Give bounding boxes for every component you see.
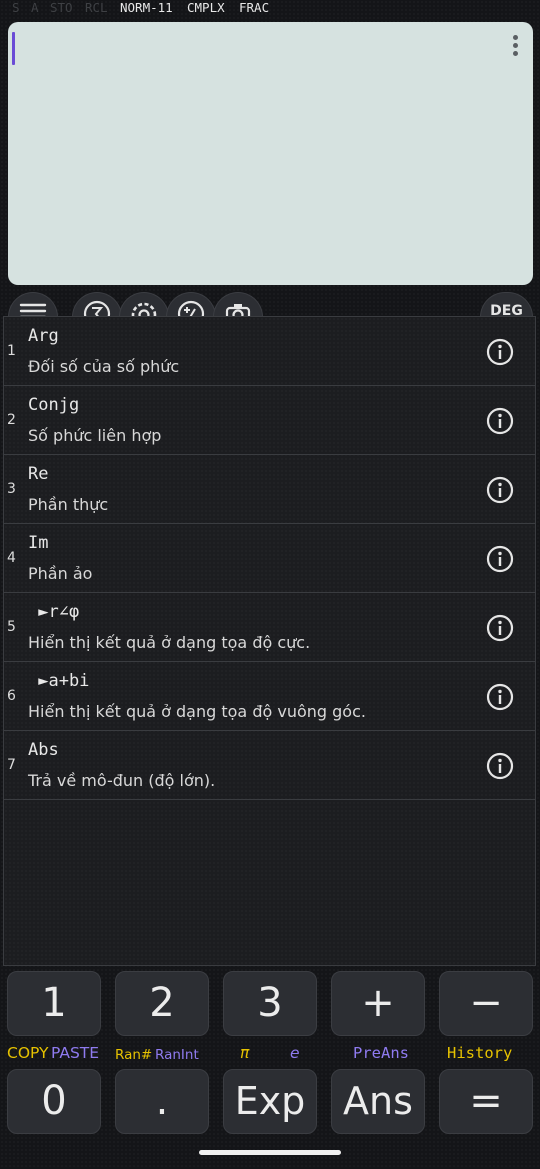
list-item-polar[interactable]: 5 ►r∠φ Hiển thị kết quả ở dạng tọa độ cự… bbox=[4, 593, 535, 662]
item-name: ►r∠φ bbox=[28, 602, 80, 622]
indicator-rcl: RCL bbox=[85, 0, 108, 15]
info-icon[interactable] bbox=[486, 476, 514, 504]
indicator-cmplx: CMPLX bbox=[187, 0, 225, 15]
key-exp[interactable]: Exp bbox=[223, 1069, 317, 1134]
key-minus[interactable]: − bbox=[439, 971, 533, 1036]
label-ran: Ran# bbox=[115, 1047, 153, 1063]
key-1[interactable]: 1 bbox=[7, 971, 101, 1036]
label-pi: π bbox=[240, 1044, 250, 1062]
item-index: 3 bbox=[7, 481, 16, 497]
kebab-icon[interactable] bbox=[513, 35, 519, 57]
key-plus[interactable]: + bbox=[331, 971, 425, 1036]
label-history: History bbox=[447, 1044, 513, 1062]
item-name: ►a+bi bbox=[28, 671, 90, 691]
item-index: 5 bbox=[7, 619, 16, 635]
list-item-im[interactable]: 4 Im Phần ảo bbox=[4, 524, 535, 593]
label-paste: PASTE bbox=[51, 1044, 100, 1062]
label-ranint: RanInt bbox=[155, 1047, 199, 1063]
item-index: 7 bbox=[7, 757, 16, 773]
item-index: 4 bbox=[7, 550, 16, 566]
label-copy: COPY bbox=[7, 1044, 49, 1062]
indicator-norm: NORM-11 bbox=[120, 0, 173, 15]
key-equals[interactable]: = bbox=[439, 1069, 533, 1134]
info-icon[interactable] bbox=[486, 338, 514, 366]
complex-function-list: 1 Arg Đối số của số phức 2 Conjg Số phức… bbox=[3, 316, 536, 966]
text-cursor bbox=[12, 32, 15, 65]
label-e: e bbox=[290, 1044, 300, 1062]
home-indicator[interactable] bbox=[199, 1150, 341, 1155]
item-index: 6 bbox=[7, 688, 16, 704]
item-name: Im bbox=[28, 533, 49, 553]
item-name: Re bbox=[28, 464, 49, 484]
calculator-display[interactable] bbox=[8, 22, 533, 285]
key-ans[interactable]: Ans bbox=[331, 1069, 425, 1134]
item-description: Đối số của số phức bbox=[28, 357, 180, 376]
list-item-re[interactable]: 3 Re Phần thực bbox=[4, 455, 535, 524]
item-description: Phần thực bbox=[28, 495, 109, 514]
info-icon[interactable] bbox=[486, 614, 514, 642]
status-bar: S A STO RCL NORM-11 CMPLX FRAC bbox=[0, 0, 540, 18]
info-icon[interactable] bbox=[486, 683, 514, 711]
item-name: Arg bbox=[28, 326, 59, 346]
indicator-shift: S bbox=[12, 0, 20, 15]
list-item-rectangular[interactable]: 6 ►a+bi Hiển thị kết quả ở dạng tọa độ v… bbox=[4, 662, 535, 731]
indicator-frac: FRAC bbox=[239, 0, 270, 15]
item-name: Abs bbox=[28, 740, 59, 760]
item-name: Conjg bbox=[28, 395, 80, 415]
item-index: 2 bbox=[7, 412, 16, 428]
item-description: Hiển thị kết quả ở dạng tọa độ vuông góc… bbox=[28, 702, 366, 721]
list-item-abs[interactable]: 7 Abs Trả về mô-đun (độ lớn). bbox=[4, 731, 535, 800]
list-item-conjg[interactable]: 2 Conjg Số phức liên hợp bbox=[4, 386, 535, 455]
info-icon[interactable] bbox=[486, 545, 514, 573]
item-description: Hiển thị kết quả ở dạng tọa độ cực. bbox=[28, 633, 311, 652]
key-2[interactable]: 2 bbox=[115, 971, 209, 1036]
indicator-sto: STO bbox=[50, 0, 73, 15]
key-0[interactable]: 0 bbox=[7, 1069, 101, 1134]
label-preans: PreAns bbox=[353, 1044, 409, 1062]
item-index: 1 bbox=[7, 343, 16, 359]
item-description: Trả về mô-đun (độ lớn). bbox=[28, 771, 216, 790]
indicator-alpha: A bbox=[31, 0, 39, 15]
list-item-arg[interactable]: 1 Arg Đối số của số phức bbox=[4, 317, 535, 386]
item-description: Số phức liên hợp bbox=[28, 426, 162, 445]
key-3[interactable]: 3 bbox=[223, 971, 317, 1036]
info-icon[interactable] bbox=[486, 752, 514, 780]
info-icon[interactable] bbox=[486, 407, 514, 435]
key-decimal[interactable]: . bbox=[115, 1069, 209, 1134]
item-description: Phần ảo bbox=[28, 564, 93, 583]
